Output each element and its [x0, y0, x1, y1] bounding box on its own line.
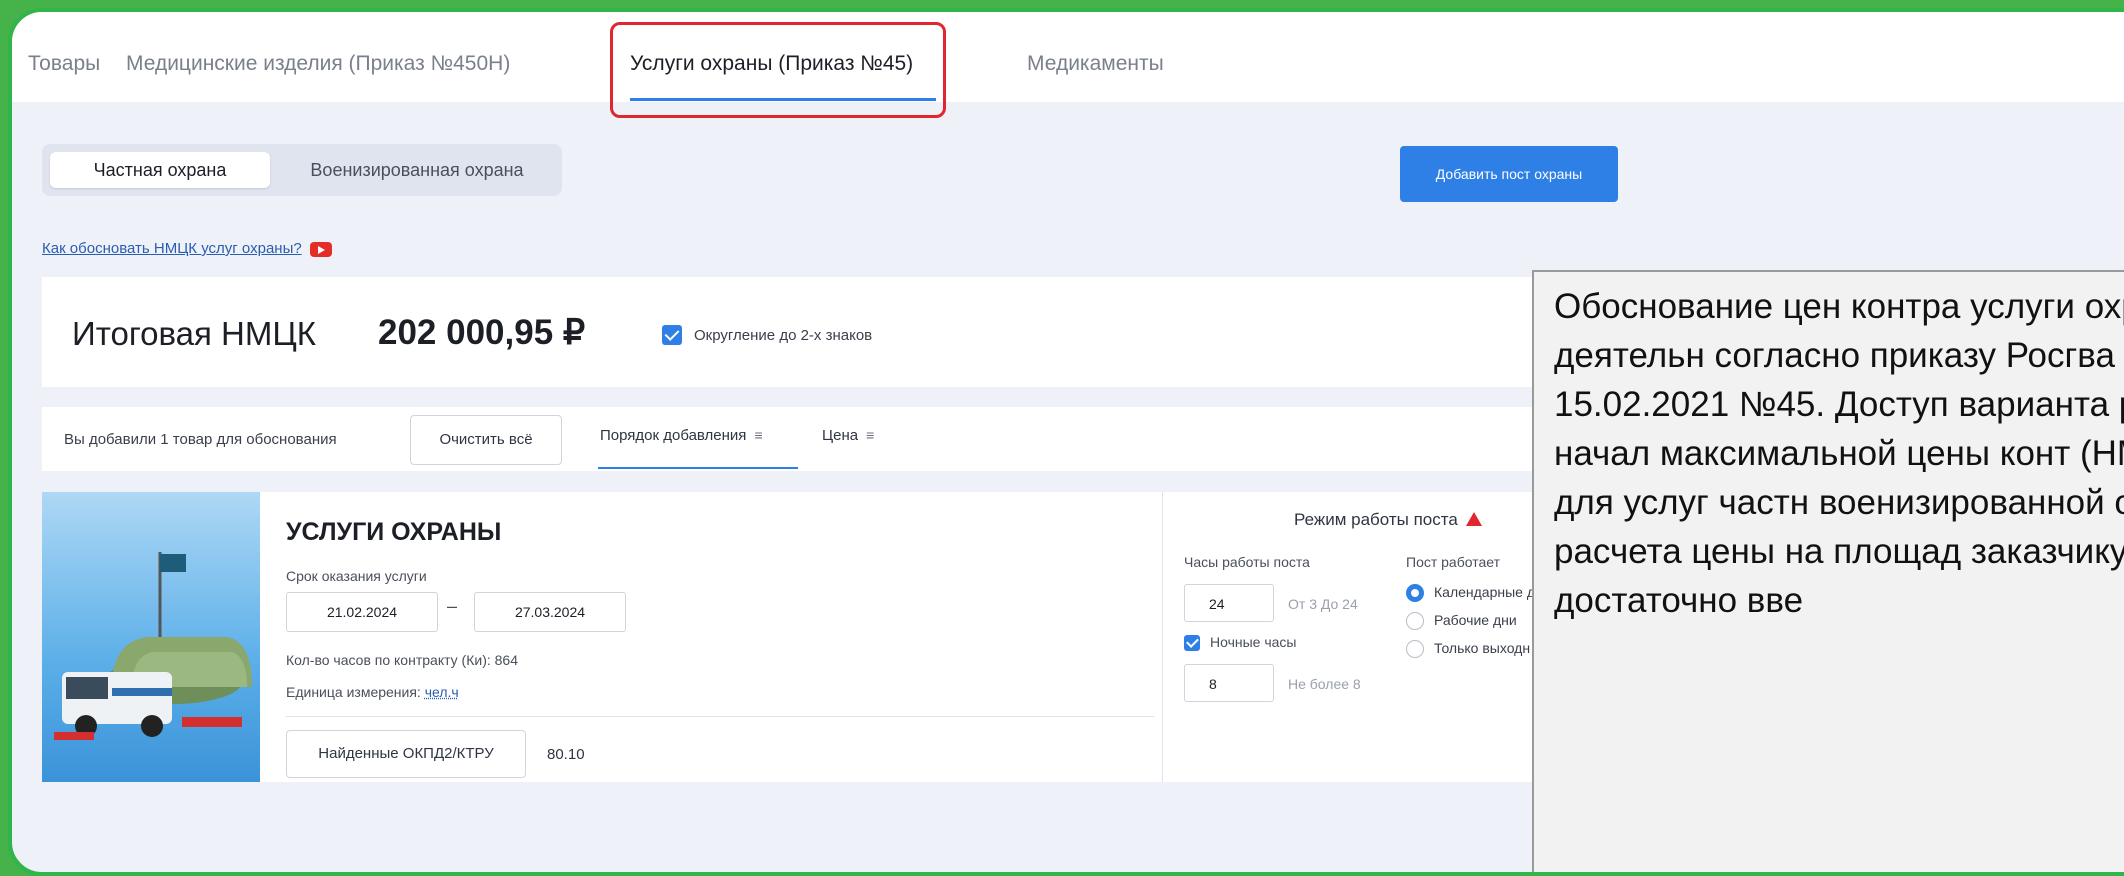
section-divider	[1162, 492, 1163, 782]
weekends-only-radio[interactable]	[1406, 640, 1424, 658]
sort-icon: ≡	[754, 427, 762, 443]
post-works-label: Пост работает	[1406, 554, 1500, 570]
work-days-label: Рабочие дни	[1434, 612, 1517, 628]
okpd-button[interactable]: Найденные ОКПД2/КТРУ	[286, 730, 526, 778]
clear-all-button[interactable]: Очистить всё	[410, 415, 562, 465]
night-hours-label: Ночные часы	[1210, 634, 1297, 650]
hours-input[interactable]: 24	[1184, 584, 1274, 622]
night-hours-hint: Не более 8	[1288, 676, 1361, 692]
work-days-radio[interactable]	[1406, 612, 1424, 630]
add-post-button[interactable]: Добавить пост охраны	[1400, 146, 1618, 202]
sort-by-order[interactable]: Порядок добавления ≡	[600, 427, 763, 444]
unit-link[interactable]: чел.ч	[425, 684, 459, 700]
description-callout: Обоснование цен контра услуги охранной д…	[1532, 270, 2124, 876]
sort-active-indicator	[598, 467, 798, 469]
sort-price-label[interactable]: Цена	[822, 427, 858, 444]
sort-order-label[interactable]: Порядок добавления	[600, 427, 746, 444]
description-text: Обоснование цен контра услуги охранной д…	[1554, 282, 2124, 625]
tab-medical-devices[interactable]: Медицинские изделия (Приказ №450Н)	[126, 52, 510, 76]
howto-link[interactable]: Как обосновать НМЦК услуг охраны?	[42, 240, 332, 257]
military-guard-button[interactable]: Военизированная охрана	[282, 152, 552, 188]
tab-bar: Товары Медицинские изделия (Приказ №450Н…	[12, 12, 2124, 102]
hours-hint: От 3 До 24	[1288, 596, 1358, 612]
okpd-value: 80.10	[547, 746, 585, 763]
unit-label: Единица измерения:	[286, 684, 421, 700]
rounding-checkbox[interactable]	[662, 325, 682, 345]
guard-type-switch: Частная охрана Военизированная охрана	[42, 144, 562, 196]
tab-goods[interactable]: Товары	[28, 52, 100, 76]
post-mode-title: Режим работы поста	[1294, 510, 1482, 530]
unit-row: Единица измерения: чел.ч	[286, 684, 459, 700]
divider	[286, 716, 1154, 717]
night-hours-input[interactable]: 8	[1184, 664, 1274, 702]
sort-by-price[interactable]: Цена ≡	[822, 427, 874, 444]
security-post-image	[42, 492, 260, 782]
warning-icon	[1466, 512, 1482, 526]
date-separator: –	[447, 596, 457, 617]
total-value: 202 000,95 ₽	[378, 313, 585, 353]
rounding-label: Округление до 2-х знаков	[694, 327, 872, 344]
app-window: Товары Медицинские изделия (Приказ №450Н…	[8, 8, 2124, 876]
weekends-only-label: Только выходн	[1434, 640, 1530, 656]
tab-highlight-frame	[610, 22, 946, 118]
added-count-text: Вы добавили 1 товар для обоснования	[64, 431, 337, 448]
tab-medicines[interactable]: Медикаменты	[1027, 52, 1164, 76]
howto-link-text[interactable]: Как обосновать НМЦК услуг охраны?	[42, 240, 302, 257]
guard-building-illustration	[42, 492, 260, 782]
sort-icon: ≡	[866, 427, 874, 443]
total-label: Итоговая НМЦК	[72, 315, 316, 353]
calendar-days-label: Календарные д	[1434, 584, 1535, 600]
product-title: УСЛУГИ ОХРАНЫ	[286, 518, 501, 547]
post-mode-title-text: Режим работы поста	[1294, 510, 1458, 529]
youtube-icon	[310, 242, 332, 257]
night-hours-checkbox[interactable]	[1184, 635, 1200, 651]
date-from-input[interactable]: 21.02.2024	[286, 592, 438, 632]
calendar-days-radio[interactable]	[1406, 584, 1424, 602]
private-guard-button[interactable]: Частная охрана	[50, 152, 270, 188]
period-label: Срок оказания услуги	[286, 568, 427, 584]
contract-hours: Кол-во часов по контракту (Ки): 864	[286, 652, 518, 668]
hours-label: Часы работы поста	[1184, 554, 1310, 570]
date-to-input[interactable]: 27.03.2024	[474, 592, 626, 632]
